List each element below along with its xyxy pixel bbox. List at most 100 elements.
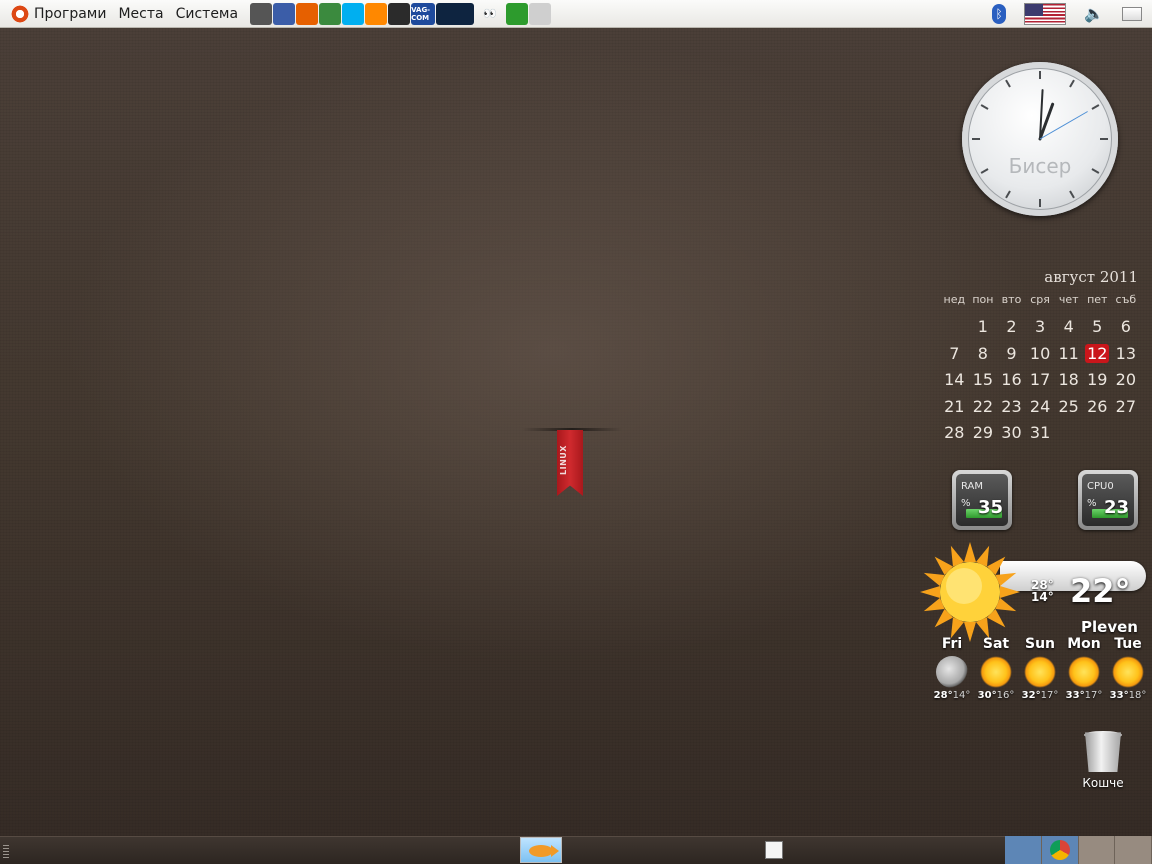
calendar-day[interactable]: 7	[940, 341, 969, 368]
calendar-day[interactable]: 29	[969, 420, 998, 447]
calendar-day[interactable]: 19	[1083, 367, 1112, 394]
skype-icon[interactable]	[342, 2, 365, 25]
calendar-blank	[940, 314, 969, 341]
terminal-icon[interactable]	[388, 2, 411, 25]
calendar-day[interactable]: 17	[1026, 367, 1055, 394]
forecast-temps: 28°14°	[930, 690, 974, 701]
calendar-day[interactable]: 31	[1026, 420, 1055, 447]
vag-com-icon[interactable]: VAG-COM	[411, 2, 436, 25]
calendar-day[interactable]: 10	[1026, 341, 1055, 368]
volume-icon[interactable]: 🔈	[1084, 4, 1104, 23]
mail-icon[interactable]	[1122, 6, 1142, 21]
calendar-day-number: 22	[972, 396, 994, 416]
calendar-day-number: 12	[1085, 343, 1110, 363]
calendar-weekday: вто	[1001, 293, 1022, 306]
workspace-4[interactable]	[1115, 836, 1152, 864]
workspace-1[interactable]	[1005, 836, 1042, 864]
panel-handle[interactable]	[3, 845, 9, 859]
sun-ray	[995, 597, 1017, 612]
calendar-day-number: 18	[1058, 370, 1079, 389]
sun-ray	[995, 572, 1017, 587]
xeyes-icon[interactable]: 👀	[475, 3, 505, 25]
calendar-day[interactable]: 3	[1026, 314, 1055, 341]
calendar-day[interactable]: 14	[940, 367, 969, 394]
forecast-day-name: Fri	[941, 636, 963, 652]
trash-icon[interactable]: Кошче	[1074, 728, 1132, 790]
screenshot-icon[interactable]	[250, 2, 273, 25]
calendar-day[interactable]: 11	[1054, 341, 1083, 368]
calendar-weekday: съб	[1115, 293, 1137, 306]
calendar-day[interactable]: 15	[969, 367, 998, 394]
chrome-icon[interactable]	[319, 2, 342, 25]
calendar-day-number: 17	[1029, 370, 1051, 389]
ram-meter[interactable]: RAM % 35	[952, 470, 1012, 530]
vlc-icon[interactable]	[365, 2, 388, 25]
workspace-3[interactable]	[1078, 836, 1116, 864]
sun-icon	[1112, 656, 1144, 688]
top-panel: Програми Места Система VAG-COM 👀 ᛒ 🔈	[0, 0, 1152, 28]
calendar-day-number: 30	[1001, 423, 1022, 442]
calendar-day[interactable]: 9	[997, 341, 1026, 368]
places-menu-label: Места	[118, 5, 164, 22]
applications-menu[interactable]: Програми	[4, 0, 112, 28]
firefox-icon[interactable]	[296, 2, 319, 25]
calendar-day[interactable]: 28	[940, 420, 969, 447]
calendar-day[interactable]: 18	[1054, 367, 1083, 394]
calendar-weekday: пон	[972, 293, 994, 306]
calendar-grid: нед пон вто сря чет пет съб 1 2 3 4 5 6 7 8 9 10 11 12 13 14…	[940, 290, 1140, 447]
calendar-day[interactable]: 26	[1083, 394, 1112, 421]
weather-current-temp: 22°	[1070, 572, 1131, 610]
bluetooth-icon[interactable]: ᛒ	[992, 3, 1007, 24]
cpu-meter-unit: %	[1087, 498, 1097, 509]
calendar-widget[interactable]: август 2011 нед пон вто сря чет пет съб 1 2 3 4 5 6 7…	[940, 268, 1140, 447]
calendar-day[interactable]: 1	[969, 314, 998, 341]
calendar-day-number: 11	[1058, 343, 1079, 363]
fish-icon	[529, 845, 553, 857]
calendar-day[interactable]: 23	[997, 394, 1026, 421]
calendar-day[interactable]: 22	[969, 394, 998, 421]
calendar-day[interactable]: 16	[997, 367, 1026, 394]
phone-icon[interactable]	[529, 2, 552, 25]
calendar-day-today[interactable]: 12	[1083, 341, 1112, 368]
calendar-day[interactable]: 25	[1054, 394, 1083, 421]
cpu-meter-label: CPU0	[1087, 481, 1114, 492]
calendar-day[interactable]: 21	[940, 394, 969, 421]
system-menu[interactable]: Система	[170, 0, 244, 28]
calendar-day-number: 27	[1115, 396, 1137, 416]
calendar-day[interactable]: 20	[1112, 367, 1141, 394]
forecast-low: 17°	[1084, 690, 1103, 701]
places-menu[interactable]: Места	[112, 0, 169, 28]
calendar-day-number: 15	[972, 370, 994, 389]
calendar-weekday: чет	[1058, 293, 1079, 306]
calendar-day[interactable]: 30	[997, 420, 1026, 447]
sun-ray	[923, 572, 945, 587]
calendar-day[interactable]: 24	[1026, 394, 1055, 421]
calendar-day-number: 28	[944, 423, 965, 442]
forecast-day-name: Tue	[1114, 636, 1142, 652]
calendar-day-number: 6	[1120, 317, 1131, 336]
forecast-high: 28°	[933, 690, 953, 701]
weather-forecast: Fri 28°14° Sat 30°16° Sun 32°17° Mon 33°17° Tue 3…	[930, 636, 1150, 701]
calendar-weekday: пет	[1087, 293, 1108, 306]
calendar-day[interactable]: 13	[1112, 341, 1141, 368]
system-monitor-icon[interactable]	[436, 2, 475, 25]
calendar-day[interactable]: 6	[1112, 314, 1141, 341]
calendar-day[interactable]: 2	[997, 314, 1026, 341]
calendar-day[interactable]: 27	[1112, 394, 1141, 421]
calendar-day[interactable]: 8	[969, 341, 998, 368]
show-desktop-button[interactable]	[765, 841, 783, 859]
ram-meter-unit: %	[961, 498, 971, 509]
calendar-day-number: 23	[1001, 396, 1022, 416]
calendar-day-number: 9	[1006, 343, 1017, 363]
analog-clock-widget[interactable]: Бисер	[962, 62, 1118, 216]
us-flag-icon[interactable]	[1024, 2, 1067, 25]
forecast-low: 16°	[996, 690, 1015, 701]
gimp-icon[interactable]	[273, 2, 296, 25]
calendar-day[interactable]: 4	[1054, 314, 1083, 341]
workspace-2[interactable]	[1041, 836, 1079, 864]
fish-applet-button[interactable]	[520, 837, 562, 863]
moon-icon	[936, 656, 968, 688]
exit-icon[interactable]	[506, 2, 529, 25]
calendar-day[interactable]: 5	[1083, 314, 1112, 341]
cpu-meter[interactable]: CPU0 % 23	[1078, 470, 1138, 530]
